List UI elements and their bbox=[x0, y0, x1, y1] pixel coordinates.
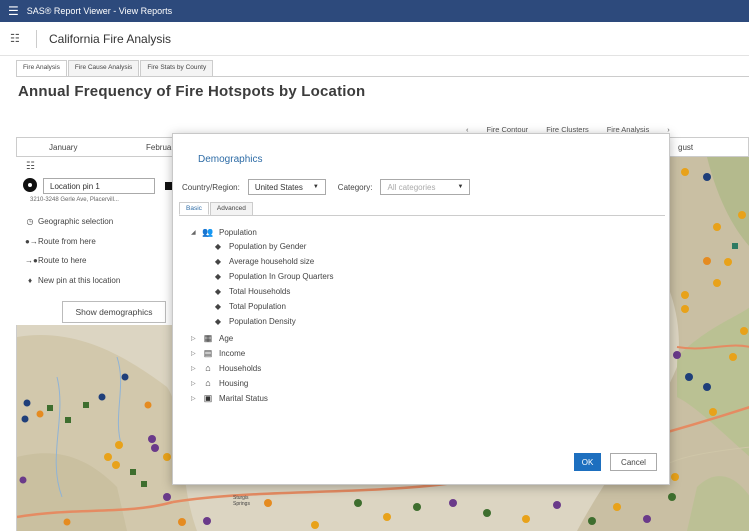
tree-leaf-label: Population In Group Quarters bbox=[229, 272, 334, 281]
tree-node-label: Households bbox=[219, 363, 262, 373]
report-header: ☷ California Fire Analysis bbox=[0, 22, 749, 56]
action-label: Route from here bbox=[38, 237, 96, 246]
tree-node-label: Marital Status bbox=[219, 394, 268, 403]
variable-tag-icon: ◆ bbox=[214, 317, 222, 326]
month-february[interactable]: Februa bbox=[146, 143, 171, 152]
page-heading: Annual Frequency of Fire Hotspots by Loc… bbox=[18, 83, 366, 100]
action-label: Route to here bbox=[38, 256, 87, 265]
chevron-down-icon: ▼ bbox=[312, 184, 319, 190]
app-title-bar: ☰ SAS® Report Viewer - View Reports bbox=[0, 0, 749, 22]
tree-leaf-label: Average household size bbox=[229, 257, 315, 266]
tree-node-label: Age bbox=[219, 334, 234, 343]
header-divider bbox=[36, 29, 37, 48]
tree-leaf-average-household-size[interactable]: ◆ Average household size bbox=[213, 257, 314, 266]
report-title: California Fire Analysis bbox=[49, 31, 172, 46]
tab-fire-analysis[interactable]: Fire Analysis bbox=[16, 60, 67, 77]
expand-icon[interactable]: ▷ bbox=[191, 395, 199, 402]
tree-node-age[interactable]: ▷ ▦ Age bbox=[191, 333, 233, 344]
geographic-selection-icon: ◷ bbox=[26, 217, 34, 226]
tab-advanced[interactable]: Advanced bbox=[209, 202, 253, 215]
window-title: SAS® Report Viewer - View Reports bbox=[26, 6, 173, 16]
variable-tag-icon: ◆ bbox=[214, 287, 222, 296]
expand-icon[interactable]: ▷ bbox=[191, 350, 199, 357]
expand-icon[interactable]: ▷ bbox=[191, 365, 199, 372]
country-select[interactable]: United States ▼ bbox=[247, 179, 326, 195]
expand-icon[interactable]: ▷ bbox=[191, 335, 199, 342]
report-contents-icon[interactable]: ☷ bbox=[10, 32, 26, 45]
ok-button[interactable]: OK bbox=[574, 453, 601, 471]
chevron-down-icon: ▼ bbox=[457, 184, 464, 190]
tree-node-income[interactable]: ▷ ▤ Income bbox=[191, 348, 245, 359]
variable-tag-icon: ◆ bbox=[214, 242, 222, 251]
house-icon: ⌂ bbox=[205, 378, 211, 388]
tree-node-population[interactable]: ◢ 👥 Population bbox=[191, 227, 257, 238]
tab-divider bbox=[16, 76, 749, 77]
action-label: Geographic selection bbox=[38, 217, 114, 226]
dialog-title: Demographics bbox=[198, 154, 263, 165]
tree-leaf-total-households[interactable]: ◆ Total Households bbox=[213, 287, 290, 296]
variable-tag-icon: ◆ bbox=[214, 272, 222, 281]
report-tabs: Fire Analysis Fire Cause Analysis Fire S… bbox=[16, 60, 214, 77]
calendar-icon: ▦ bbox=[203, 333, 213, 343]
route-from-here-action[interactable]: ●→ Route from here bbox=[25, 237, 96, 246]
location-pin-panel: ☷ Location pin 1 3210-3248 Gerle Ave, Pl… bbox=[16, 157, 176, 325]
pin-address: 3210-3248 Gerle Ave, Placervill... bbox=[30, 197, 119, 203]
tree-leaf-label: Total Households bbox=[229, 287, 291, 296]
filter-row: Country/Region: United States ▼ Category… bbox=[182, 179, 471, 195]
country-label: Country/Region: bbox=[182, 182, 240, 192]
month-january[interactable]: January bbox=[49, 143, 77, 152]
map-town-label: Springs bbox=[233, 501, 250, 507]
tree-node-label: Income bbox=[219, 349, 246, 358]
tab-fire-cause-analysis[interactable]: Fire Cause Analysis bbox=[67, 60, 140, 77]
tree-node-households[interactable]: ▷ ⌂ Households bbox=[191, 363, 261, 373]
money-icon: ▤ bbox=[203, 348, 213, 358]
location-pin-icon bbox=[23, 178, 37, 192]
tree-leaf-total-population[interactable]: ◆ Total Population bbox=[213, 302, 286, 311]
tree-leaf-label: Total Population bbox=[229, 302, 286, 311]
people-icon: 👥 bbox=[202, 227, 214, 237]
month-august[interactable]: gust bbox=[678, 143, 693, 152]
tree-leaf-population-by-gender[interactable]: ◆ Population by Gender bbox=[213, 242, 306, 251]
tab-basic[interactable]: Basic bbox=[179, 202, 209, 215]
tree-leaf-population-density[interactable]: ◆ Population Density bbox=[213, 317, 296, 326]
tree-node-label: Population bbox=[219, 228, 257, 237]
list-icon[interactable]: ☷ bbox=[26, 161, 35, 172]
house-outline-icon: ⌂ bbox=[205, 363, 211, 373]
category-label: Category: bbox=[337, 182, 373, 192]
tree-leaf-population-in-group-quarters[interactable]: ◆ Population In Group Quarters bbox=[213, 272, 334, 281]
hamburger-menu-icon[interactable]: ☰ bbox=[8, 4, 19, 18]
tab-fire-stats-by-county[interactable]: Fire Stats by County bbox=[140, 60, 214, 77]
action-label: New pin at this location bbox=[38, 276, 121, 285]
cancel-button[interactable]: Cancel bbox=[610, 453, 657, 471]
dialog-tabs: Basic Advanced bbox=[179, 202, 254, 215]
tree-leaf-label: Population Density bbox=[229, 317, 296, 326]
tree-node-housing[interactable]: ▷ ⌂ Housing bbox=[191, 378, 248, 388]
category-placeholder: All categories bbox=[387, 182, 436, 192]
category-select[interactable]: All categories ▼ bbox=[380, 179, 471, 195]
new-pin-action[interactable]: ♦ New pin at this location bbox=[25, 276, 120, 285]
rings-icon: ▣ bbox=[203, 393, 213, 403]
tree-node-marital-status[interactable]: ▷ ▣ Marital Status bbox=[191, 393, 268, 404]
variable-tag-icon: ◆ bbox=[214, 257, 222, 266]
collapse-icon[interactable]: ◢ bbox=[191, 229, 199, 236]
route-to-here-action[interactable]: →● Route to here bbox=[25, 256, 86, 265]
show-demographics-button[interactable]: Show demographics bbox=[62, 301, 166, 323]
route-to-icon: →● bbox=[25, 256, 38, 265]
demographics-dialog: Demographics Country/Region: United Stat… bbox=[172, 133, 670, 485]
tree-leaf-label: Population by Gender bbox=[229, 242, 307, 251]
map-pin-icon: ♦ bbox=[27, 276, 33, 285]
country-value: United States bbox=[254, 182, 303, 192]
dialog-tab-divider bbox=[179, 215, 665, 216]
variable-tag-icon: ◆ bbox=[214, 302, 222, 311]
geographic-selection-action[interactable]: ◷ Geographic selection bbox=[25, 217, 114, 226]
tree-node-label: Housing bbox=[219, 378, 249, 388]
route-from-icon: ●→ bbox=[25, 237, 38, 246]
pin-name-field[interactable]: Location pin 1 bbox=[43, 178, 155, 194]
expand-icon[interactable]: ▷ bbox=[191, 380, 199, 387]
